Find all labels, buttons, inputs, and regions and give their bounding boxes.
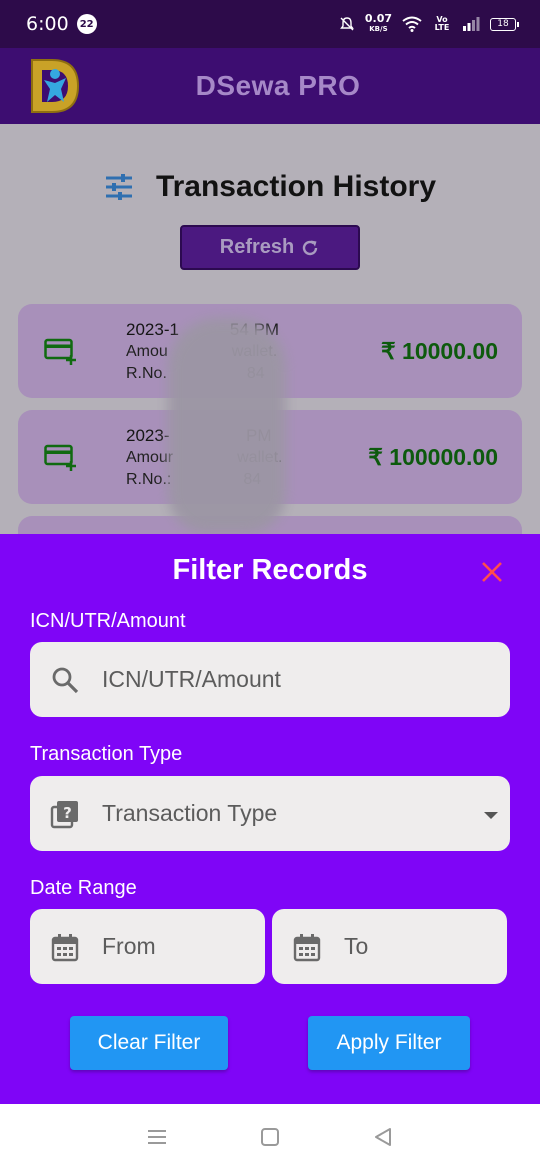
transaction-type-select[interactable]: ? Transaction Type: [30, 776, 510, 851]
refresh-button[interactable]: Refresh: [180, 225, 360, 270]
status-time: 6:00: [26, 13, 69, 35]
silent-bell-icon: [339, 17, 354, 31]
recents-button[interactable]: [144, 1124, 170, 1150]
transaction-amount: ₹ 100000.00: [368, 444, 498, 470]
search-placeholder: ICN/UTR/Amount: [102, 666, 281, 692]
transaction-amount: ₹ 10000.00: [381, 338, 498, 364]
date-range-label: Date Range: [30, 877, 137, 899]
svg-text:?: ?: [63, 804, 72, 822]
signal-icon: [463, 17, 480, 31]
type-placeholder: Transaction Type: [102, 800, 278, 826]
system-nav-bar: [0, 1104, 540, 1170]
redaction-blur: [168, 318, 286, 534]
tune-icon[interactable]: [104, 172, 134, 202]
chevron-down-icon: [484, 812, 498, 819]
search-icon: [52, 667, 79, 693]
status-right: 0.07 KB/S Vo LTE 18: [339, 12, 519, 34]
transaction-history-screen: Transaction History Refresh 2023-1 54 PM…: [0, 124, 540, 534]
wifi-icon: [402, 16, 422, 32]
menu-icon: [147, 1130, 166, 1144]
refresh-icon: [303, 240, 318, 255]
app-logo-icon: [31, 59, 80, 113]
date-to-field[interactable]: To: [272, 909, 507, 984]
filter-sheet: Filter Records ICN/UTR/Amount ICN/UTR/Am…: [0, 534, 540, 1104]
sheet-title: Filter Records: [172, 554, 368, 586]
net-speed-value: 0.07: [364, 12, 392, 25]
app-bar: DSewa PRO: [0, 48, 540, 124]
clear-filter-button[interactable]: Clear Filter: [70, 1016, 228, 1070]
type-label: Transaction Type: [30, 743, 183, 765]
page-title: Transaction History: [155, 170, 437, 203]
apply-filter-button[interactable]: Apply Filter: [308, 1016, 470, 1070]
calendar-icon: [51, 933, 79, 961]
refresh-label: Refresh: [219, 236, 295, 258]
search-input[interactable]: ICN/UTR/Amount: [30, 642, 510, 717]
status-bar: 6:00 22 0.07 KB/S Vo LTE 18: [0, 0, 540, 48]
from-placeholder: From: [102, 933, 156, 959]
notification-badge: 22: [76, 14, 97, 34]
calendar-icon: [293, 933, 321, 961]
search-label: ICN/UTR/Amount: [30, 610, 186, 632]
help-box-icon: ?: [50, 800, 78, 828]
net-speed-unit: KB/S: [369, 25, 388, 33]
home-button[interactable]: [257, 1124, 283, 1150]
volte-label: Vo LTE: [434, 15, 450, 32]
battery-icon: 18: [490, 17, 519, 31]
back-triangle-icon: [375, 1128, 392, 1146]
close-icon[interactable]: [478, 558, 506, 586]
page-heading: Transaction History: [0, 170, 540, 204]
add-card-icon: [44, 444, 76, 471]
battery-level: 18: [497, 19, 509, 29]
back-button[interactable]: [370, 1124, 396, 1150]
square-home-icon: [260, 1128, 279, 1146]
net-speed: 0.07 KB/S: [364, 12, 392, 34]
date-from-field[interactable]: From: [30, 909, 265, 984]
status-left: 6:00 22: [26, 13, 97, 35]
to-placeholder: To: [344, 933, 369, 959]
add-card-icon: [44, 338, 76, 365]
